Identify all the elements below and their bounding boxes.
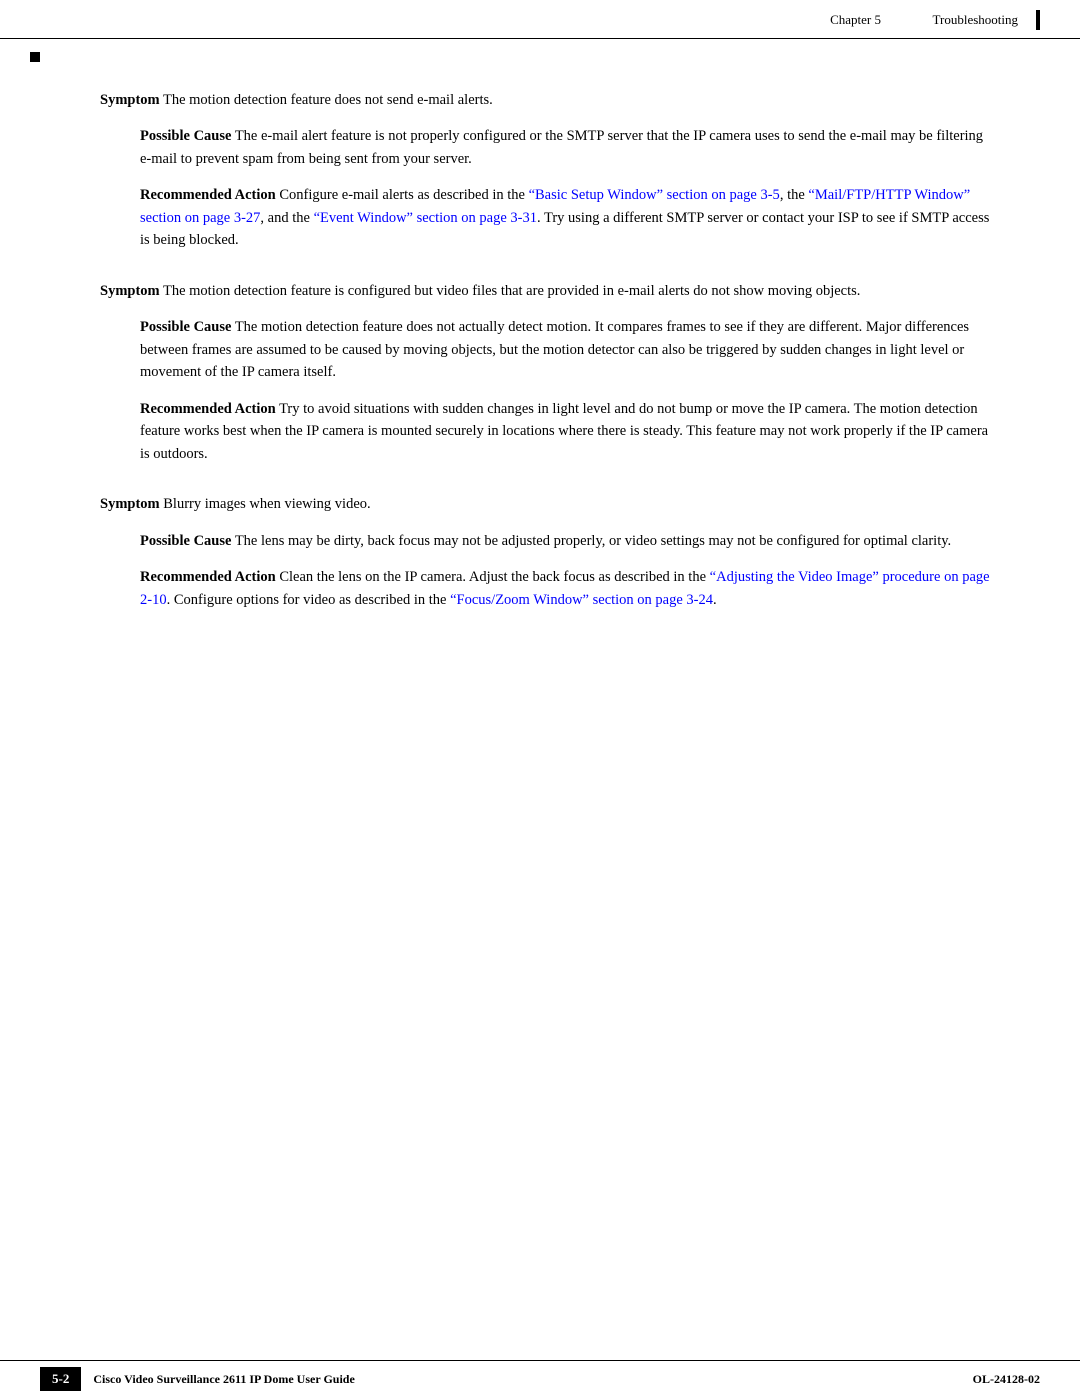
ra3-text-between: . Configure options for video as describ… bbox=[167, 592, 451, 608]
page-number: 5-2 bbox=[52, 1371, 69, 1386]
symptom-3-label: Symptom bbox=[100, 496, 160, 512]
symptom-2-label: Symptom bbox=[100, 283, 160, 299]
document-title: Cisco Video Surveillance 2611 IP Dome Us… bbox=[93, 1372, 354, 1387]
symptom-3-possible-cause-block: Possible Cause The lens may be dirty, ba… bbox=[100, 530, 990, 552]
symptom-3-recommended-action-block: Recommended Action Clean the lens on the… bbox=[100, 566, 990, 611]
recommended-action-1-text-before: Configure e-mail alerts as described in … bbox=[276, 187, 529, 203]
symptom-3-text: Blurry images when viewing video. bbox=[160, 496, 371, 512]
link-basic-setup-window[interactable]: “Basic Setup Window” section on page 3-5 bbox=[529, 187, 780, 203]
ra1-text-between1: , the bbox=[780, 187, 809, 203]
left-marker bbox=[30, 52, 40, 62]
symptom-1-text: The motion detection feature does not se… bbox=[160, 92, 493, 108]
symptom-2-text: The motion detection feature is configur… bbox=[160, 283, 861, 299]
possible-cause-2-label: Possible Cause bbox=[140, 319, 231, 335]
symptom-1-recommended-action-para: Recommended Action Configure e-mail aler… bbox=[140, 184, 990, 251]
header-separator bbox=[900, 12, 913, 27]
symptom-3-possible-cause-para: Possible Cause The lens may be dirty, ba… bbox=[140, 530, 990, 552]
ra1-text-between2: , and the bbox=[260, 210, 313, 226]
symptom-2-recommended-action-para: Recommended Action Try to avoid situatio… bbox=[140, 398, 990, 465]
symptom-3-line: Symptom Blurry images when viewing video… bbox=[100, 493, 990, 515]
possible-cause-1-label: Possible Cause bbox=[140, 128, 231, 144]
symptom-1-possible-cause-para: Possible Cause The e-mail alert feature … bbox=[140, 125, 990, 170]
chapter-label: Chapter 5 Troubleshooting bbox=[822, 12, 1026, 28]
possible-cause-1-text: The e-mail alert feature is not properly… bbox=[140, 128, 983, 166]
link-event-window[interactable]: “Event Window” section on page 3-31 bbox=[314, 210, 537, 226]
symptom-1-line: Symptom The motion detection feature doe… bbox=[100, 89, 990, 111]
symptom-2-possible-cause-para: Possible Cause The motion detection feat… bbox=[140, 316, 990, 383]
footer-right: OL-24128-02 bbox=[973, 1372, 1040, 1387]
possible-cause-3-text: The lens may be dirty, back focus may no… bbox=[231, 533, 951, 549]
section-3: Symptom Blurry images when viewing video… bbox=[100, 493, 990, 611]
symptom-2-line: Symptom The motion detection feature is … bbox=[100, 280, 990, 302]
page-footer: 5-2 Cisco Video Surveillance 2611 IP Dom… bbox=[0, 1360, 1080, 1397]
symptom-1-possible-cause-block: Possible Cause The e-mail alert feature … bbox=[100, 125, 990, 170]
symptom-2-recommended-action-block: Recommended Action Try to avoid situatio… bbox=[100, 398, 990, 465]
footer-left: 5-2 Cisco Video Surveillance 2611 IP Dom… bbox=[40, 1367, 355, 1391]
recommended-action-1-label: Recommended Action bbox=[140, 187, 276, 203]
section-1: Symptom The motion detection feature doe… bbox=[100, 89, 990, 252]
page-container: Chapter 5 Troubleshooting Symptom The mo… bbox=[0, 0, 1080, 1397]
link-focus-zoom-window[interactable]: “Focus/Zoom Window” section on page 3-24 bbox=[450, 592, 713, 608]
recommended-action-3-label: Recommended Action bbox=[140, 569, 276, 585]
chapter-title: Troubleshooting bbox=[933, 12, 1018, 27]
symptom-3-recommended-action-para: Recommended Action Clean the lens on the… bbox=[140, 566, 990, 611]
symptom-1-label: Symptom bbox=[100, 92, 160, 108]
chapter-number: Chapter 5 bbox=[830, 12, 881, 27]
recommended-action-2-label: Recommended Action bbox=[140, 401, 276, 417]
possible-cause-2-text: The motion detection feature does not ac… bbox=[140, 319, 969, 380]
doc-number: OL-24128-02 bbox=[973, 1372, 1040, 1386]
ra3-text-before: Clean the lens on the IP camera. Adjust … bbox=[276, 569, 710, 585]
page-number-box: 5-2 bbox=[40, 1367, 81, 1391]
section-2: Symptom The motion detection feature is … bbox=[100, 280, 990, 465]
possible-cause-3-label: Possible Cause bbox=[140, 533, 231, 549]
header-right-bar bbox=[1036, 10, 1040, 30]
ra3-text-after: . bbox=[713, 592, 717, 608]
page-header: Chapter 5 Troubleshooting bbox=[0, 0, 1080, 39]
symptom-2-possible-cause-block: Possible Cause The motion detection feat… bbox=[100, 316, 990, 383]
main-content: Symptom The motion detection feature doe… bbox=[0, 39, 1080, 699]
symptom-1-recommended-action-block: Recommended Action Configure e-mail aler… bbox=[100, 184, 990, 251]
